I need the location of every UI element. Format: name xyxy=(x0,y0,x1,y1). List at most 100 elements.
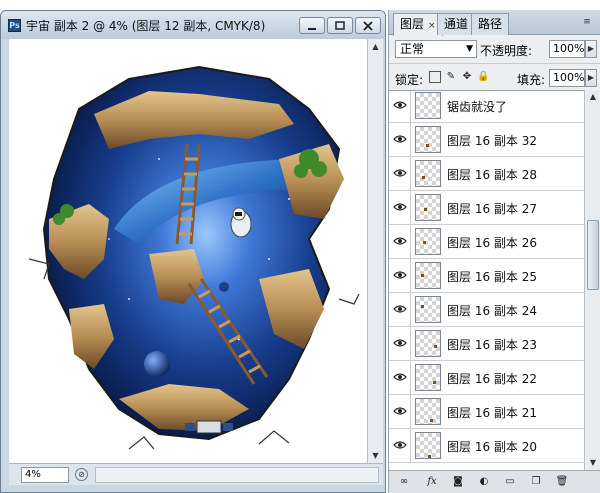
mask-icon[interactable]: ◙ xyxy=(451,475,465,489)
lock-fill-row: 锁定: ✎ ✥ 🔒 填充: 100% ▶ xyxy=(389,66,600,90)
scroll-down-icon[interactable]: ▼ xyxy=(585,456,600,470)
layer-row[interactable]: 图层 16 副本 23 xyxy=(389,327,584,361)
link-icon[interactable]: ∞ xyxy=(397,475,411,489)
layer-thumbnail xyxy=(415,398,441,425)
opacity-arrow-icon[interactable]: ▶ xyxy=(585,40,597,58)
eye-icon xyxy=(393,101,407,109)
layer-name: 图层 16 副本 26 xyxy=(447,236,537,250)
maximize-icon xyxy=(335,20,345,30)
group-icon[interactable]: ▭ xyxy=(503,475,517,489)
chevron-down-icon: ▼ xyxy=(466,44,473,54)
layer-thumbnail xyxy=(415,364,441,391)
tab-layers[interactable]: 图层 × xyxy=(393,13,443,36)
document-titlebar[interactable]: Ps 宇宙 副本 2 @ 4% (图层 12 副本, CMYK/8) xyxy=(1,11,385,39)
layer-name: 图层 16 副本 32 xyxy=(447,134,537,148)
scroll-up-icon[interactable]: ▲ xyxy=(368,39,383,54)
layer-thumbnail xyxy=(415,296,441,323)
layer-name: 图层 16 副本 21 xyxy=(447,406,537,420)
layers-scrollbar[interactable]: ▲ ▼ xyxy=(584,90,600,470)
document-horizontal-scrollbar[interactable] xyxy=(95,467,379,483)
layer-row[interactable]: 图层 16 副本 24 xyxy=(389,293,584,327)
scrollbar-thumb[interactable] xyxy=(587,220,599,290)
trash-icon[interactable]: 🗑 xyxy=(555,475,569,489)
fx-icon[interactable]: fx xyxy=(425,475,439,489)
eye-icon xyxy=(393,203,407,211)
tab-paths[interactable]: 路径 xyxy=(471,13,510,35)
layer-thumbnail xyxy=(415,228,441,255)
close-icon xyxy=(363,20,373,31)
scroll-up-icon[interactable]: ▲ xyxy=(585,90,600,104)
visibility-toggle[interactable] xyxy=(389,225,411,258)
canvas-artwork xyxy=(28,65,360,450)
layers-panel: 图层 × 通道 路径 ≡ 正常 ▼ 不透明度: 100% ▶ 锁定: ✎ ✥ 🔒 … xyxy=(388,10,600,493)
adjustment-icon[interactable]: ◐ xyxy=(477,475,491,489)
layer-row[interactable]: 图层 16 副本 25 xyxy=(389,259,584,293)
lock-all-icon[interactable]: 🔒 xyxy=(477,71,489,83)
layer-row[interactable]: 锯齿就没了 xyxy=(389,91,584,123)
document-canvas[interactable] xyxy=(9,39,367,463)
layer-row[interactable]: 图层 16 副本 28 xyxy=(389,157,584,191)
tab-layers-label: 图层 xyxy=(400,17,425,31)
document-title: 宇宙 副本 2 @ 4% (图层 12 副本, CMYK/8) xyxy=(26,19,266,33)
zoom-level-field[interactable]: 4% xyxy=(21,467,69,483)
eye-icon xyxy=(393,373,407,381)
fill-label: 填充: xyxy=(517,73,546,87)
layer-name: 锯齿就没了 xyxy=(447,100,508,114)
layer-name: 图层 16 副本 28 xyxy=(447,168,537,182)
layer-name: 图层 16 副本 20 xyxy=(447,440,537,454)
lock-transparency-icon[interactable] xyxy=(429,71,441,83)
layer-thumbnail xyxy=(415,160,441,187)
document-status-bar: 4% ⊘ xyxy=(9,463,383,485)
divider xyxy=(389,63,600,64)
window-controls xyxy=(299,17,381,34)
layer-row[interactable]: 图层 16 副本 20 xyxy=(389,429,584,463)
panel-menu-icon[interactable]: ≡ xyxy=(580,16,594,28)
scroll-down-icon[interactable]: ▼ xyxy=(368,448,383,463)
visibility-toggle[interactable] xyxy=(389,91,411,122)
minimize-button[interactable] xyxy=(299,17,325,34)
opacity-label: 不透明度: xyxy=(480,44,533,58)
fill-input[interactable]: 100% xyxy=(549,69,585,87)
layer-name: 图层 16 副本 27 xyxy=(447,202,537,216)
status-info-icon[interactable]: ⊘ xyxy=(75,468,88,481)
lock-label: 锁定: xyxy=(395,73,424,87)
visibility-toggle[interactable] xyxy=(389,293,411,326)
layer-row[interactable]: 图层 16 副本 27 xyxy=(389,191,584,225)
visibility-toggle[interactable] xyxy=(389,157,411,190)
visibility-toggle[interactable] xyxy=(389,327,411,360)
blue-planet xyxy=(144,351,170,377)
document-window: Ps 宇宙 副本 2 @ 4% (图层 12 副本, CMYK/8) ▲ ▼ 4… xyxy=(0,10,386,493)
layer-thumbnail xyxy=(415,194,441,221)
visibility-toggle[interactable] xyxy=(389,259,411,292)
new-layer-icon[interactable]: ❐ xyxy=(529,475,543,489)
visibility-toggle[interactable] xyxy=(389,429,411,462)
layer-name: 图层 16 副本 22 xyxy=(447,372,537,386)
layer-row[interactable]: 图层 16 副本 26 xyxy=(389,225,584,259)
eye-icon xyxy=(393,169,407,177)
lock-brush-icon[interactable]: ✎ xyxy=(445,71,457,83)
layer-row[interactable]: 图层 16 副本 32 xyxy=(389,123,584,157)
maximize-button[interactable] xyxy=(327,17,353,34)
layers-list[interactable]: 锯齿就没了 图层 16 副本 32 图层 16 副本 28 图层 16 副本 2… xyxy=(389,90,584,470)
fill-arrow-icon[interactable]: ▶ xyxy=(585,69,597,87)
tab-close-icon[interactable]: × xyxy=(428,21,436,31)
blend-mode-select[interactable]: 正常 ▼ xyxy=(395,40,477,58)
photoshop-doc-icon: Ps xyxy=(8,19,21,32)
minimize-icon xyxy=(308,27,316,30)
layer-thumbnail xyxy=(415,262,441,289)
layer-name: 图层 16 副本 25 xyxy=(447,270,537,284)
layer-thumbnail xyxy=(415,92,441,119)
visibility-toggle[interactable] xyxy=(389,361,411,394)
visibility-toggle[interactable] xyxy=(389,191,411,224)
tab-channels-label: 通道 xyxy=(444,17,469,31)
layer-row[interactable]: 图层 16 副本 21 xyxy=(389,395,584,429)
visibility-toggle[interactable] xyxy=(389,395,411,428)
tab-channels[interactable]: 通道 xyxy=(437,13,476,35)
layer-name: 图层 16 副本 24 xyxy=(447,304,537,318)
layer-row[interactable]: 图层 16 副本 22 xyxy=(389,361,584,395)
close-button[interactable] xyxy=(355,17,381,34)
visibility-toggle[interactable] xyxy=(389,123,411,156)
document-vertical-scrollbar[interactable]: ▲ ▼ xyxy=(367,39,383,463)
lock-move-icon[interactable]: ✥ xyxy=(461,71,473,83)
opacity-input[interactable]: 100% xyxy=(549,40,585,58)
